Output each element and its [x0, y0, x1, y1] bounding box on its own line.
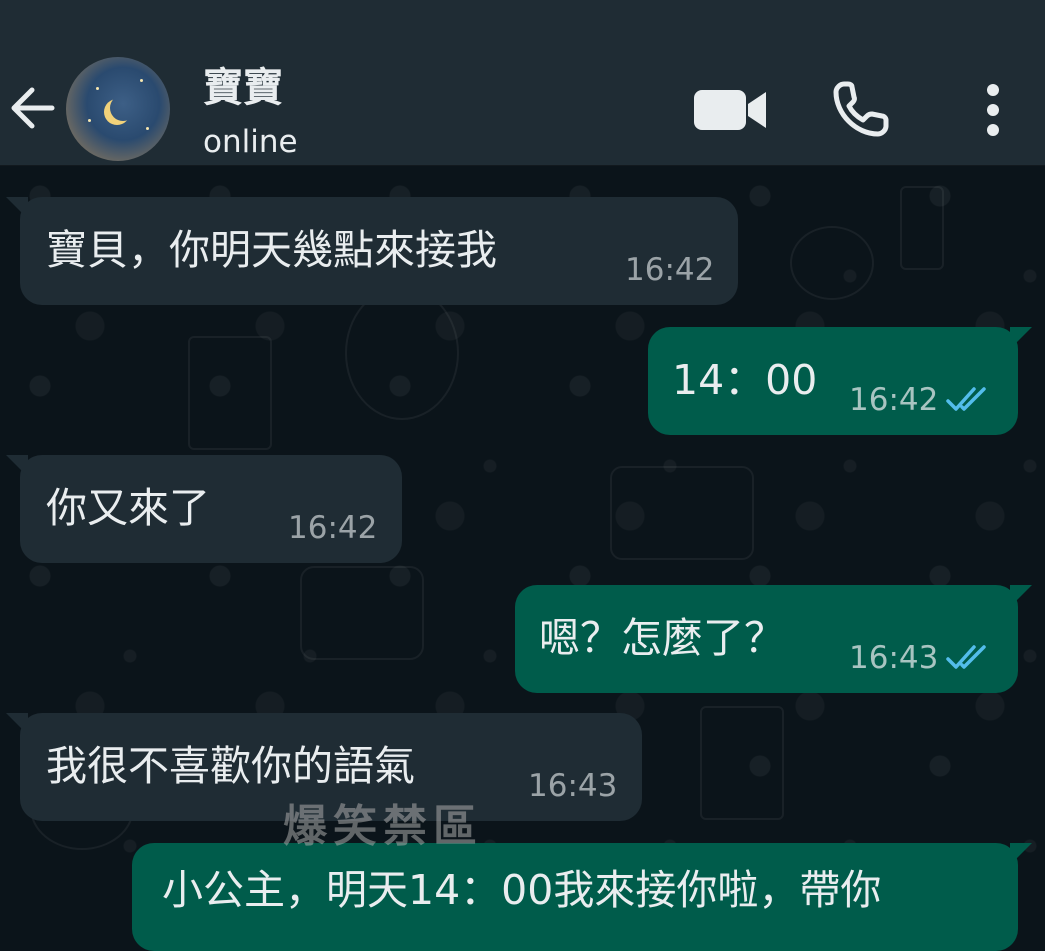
wallpaper-doodle	[900, 186, 944, 270]
video-call-icon[interactable]	[692, 86, 768, 134]
wallpaper-doodle	[300, 566, 424, 660]
message-bubble-outgoing[interactable]: 14：00 16:42	[648, 327, 1032, 435]
phone-call-icon[interactable]	[832, 80, 890, 138]
message-bubble-incoming[interactable]: 你又來了 16:42	[6, 455, 402, 563]
wallpaper-doodle	[610, 466, 754, 560]
moon-icon	[110, 95, 136, 121]
message-bubble-outgoing[interactable]: 嗯？怎麼了？ 16:43	[515, 585, 1032, 693]
contact-avatar[interactable]	[66, 57, 170, 161]
chat-header: 寶寶 online	[0, 0, 1045, 166]
message-text: 寶貝，你明天幾點來接我	[46, 226, 497, 274]
message-text: 嗯？怎麼了？	[539, 614, 785, 662]
message-time: 16:43	[528, 768, 618, 804]
message-bubble-outgoing[interactable]: 小公主，明天14：00我來接你啦，帶你	[132, 843, 1032, 951]
wallpaper-doodle	[700, 706, 784, 820]
read-receipt-icon	[946, 387, 986, 411]
message-text: 14：00	[672, 356, 818, 404]
message-time: 16:42	[288, 510, 378, 546]
read-receipt-icon	[946, 645, 986, 669]
back-arrow-icon[interactable]	[8, 82, 56, 134]
contact-name[interactable]: 寶寶	[203, 64, 283, 112]
wallpaper-doodle	[188, 336, 272, 450]
wallpaper-doodle	[790, 226, 874, 300]
contact-status: online	[203, 124, 298, 160]
message-time: 16:42	[625, 252, 715, 288]
message-text: 我很不喜歡你的語氣	[46, 742, 415, 790]
wallpaper-doodle	[345, 286, 459, 420]
watermark: 爆笑禁區	[283, 801, 483, 852]
message-text: 小公主，明天14：00我來接你啦，帶你	[162, 866, 882, 914]
message-text: 你又來了	[46, 484, 210, 532]
message-bubble-incoming[interactable]: 寶貝，你明天幾點來接我 16:42	[6, 197, 738, 305]
message-time: 16:43	[849, 640, 939, 676]
more-options-icon[interactable]	[978, 82, 1008, 138]
message-time: 16:42	[849, 382, 939, 418]
